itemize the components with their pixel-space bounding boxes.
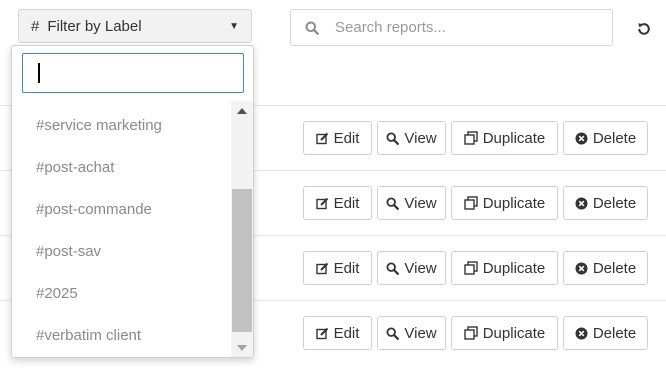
- hash-symbol: #: [31, 17, 40, 35]
- label-options-list: #service marketing #post-achat #post-com…: [12, 104, 230, 356]
- duplicate-button[interactable]: Duplicate: [451, 186, 558, 220]
- scrollbar-thumb[interactable]: [232, 189, 252, 332]
- label-option[interactable]: #verbatim client: [12, 314, 230, 356]
- text-cursor: [38, 63, 40, 83]
- label-search-input[interactable]: [22, 53, 244, 93]
- edit-icon: [315, 327, 328, 339]
- view-label: View: [404, 129, 437, 147]
- edit-icon: [315, 132, 328, 144]
- edit-button[interactable]: Edit: [303, 316, 372, 350]
- edit-button[interactable]: Edit: [303, 251, 372, 285]
- delete-label: Delete: [592, 129, 637, 147]
- refresh-icon[interactable]: [634, 19, 654, 39]
- edit-button[interactable]: Edit: [303, 186, 372, 220]
- filter-label: Filter by Label: [47, 17, 142, 35]
- duplicate-button[interactable]: Duplicate: [451, 316, 558, 350]
- duplicate-button[interactable]: Duplicate: [451, 121, 558, 155]
- view-button[interactable]: View: [377, 251, 446, 285]
- duplicate-label: Duplicate: [482, 129, 546, 147]
- label-option[interactable]: #post-sav: [12, 230, 230, 272]
- delete-label: Delete: [592, 194, 637, 212]
- label-filter-dropdown: #service marketing #post-achat #post-com…: [11, 45, 254, 358]
- view-button[interactable]: View: [377, 121, 446, 155]
- view-icon: [386, 261, 400, 275]
- edit-label: Edit: [333, 194, 360, 212]
- delete-icon: [575, 327, 588, 339]
- delete-button[interactable]: Delete: [563, 121, 648, 155]
- duplicate-button[interactable]: Duplicate: [451, 251, 558, 285]
- scroll-up-arrow-icon[interactable]: [231, 103, 253, 119]
- view-icon: [386, 131, 400, 145]
- view-label: View: [404, 259, 437, 277]
- view-icon: [386, 196, 400, 210]
- delete-icon: [575, 132, 588, 144]
- duplicate-icon: [464, 326, 478, 340]
- delete-label: Delete: [592, 324, 637, 342]
- duplicate-label: Duplicate: [482, 259, 546, 277]
- edit-label: Edit: [333, 324, 360, 342]
- duplicate-label: Duplicate: [482, 324, 546, 342]
- edit-label: Edit: [333, 129, 360, 147]
- delete-icon: [575, 197, 588, 209]
- duplicate-icon: [464, 196, 478, 210]
- table-row: Edit View Duplicate Delete: [303, 316, 648, 350]
- duplicate-icon: [464, 261, 478, 275]
- search-box: [290, 9, 613, 46]
- table-row: Edit View Duplicate Delete: [303, 121, 648, 155]
- label-option[interactable]: #service marketing: [12, 104, 230, 146]
- edit-icon: [315, 197, 328, 209]
- edit-icon: [315, 262, 328, 274]
- dropdown-scrollbar[interactable]: [231, 101, 253, 357]
- label-option[interactable]: #2025: [12, 272, 230, 314]
- view-button[interactable]: View: [377, 186, 446, 220]
- delete-button[interactable]: Delete: [563, 316, 648, 350]
- delete-label: Delete: [592, 259, 637, 277]
- delete-button[interactable]: Delete: [563, 251, 648, 285]
- edit-button[interactable]: Edit: [303, 121, 372, 155]
- duplicate-label: Duplicate: [482, 194, 546, 212]
- caret-down-icon: ▼: [229, 20, 239, 32]
- delete-icon: [575, 262, 588, 274]
- search-icon: [291, 21, 333, 35]
- label-option[interactable]: #post-achat: [12, 146, 230, 188]
- scroll-down-arrow-icon[interactable]: [231, 340, 253, 356]
- table-row: Edit View Duplicate Delete: [303, 251, 648, 285]
- duplicate-icon: [464, 131, 478, 145]
- table-row: Edit View Duplicate Delete: [303, 186, 648, 220]
- label-option[interactable]: #post-commande: [12, 188, 230, 230]
- view-label: View: [404, 194, 437, 212]
- view-button[interactable]: View: [377, 316, 446, 350]
- view-label: View: [404, 324, 437, 342]
- filter-by-label-button[interactable]: # Filter by Label ▼: [18, 9, 252, 43]
- edit-label: Edit: [333, 259, 360, 277]
- view-icon: [386, 326, 400, 340]
- delete-button[interactable]: Delete: [563, 186, 648, 220]
- search-input[interactable]: [333, 11, 612, 44]
